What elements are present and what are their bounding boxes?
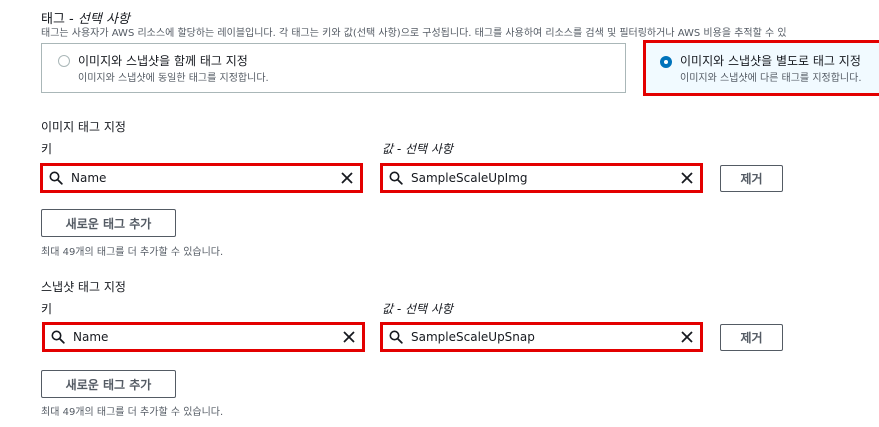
- snapshot-tags-limit-note: 최대 49개의 태그를 더 추가할 수 있습니다.: [41, 407, 224, 418]
- image-remove-button[interactable]: 제거: [720, 165, 783, 192]
- snapshot-tags-section-title: 스냅샷 태그 지정: [41, 280, 126, 294]
- image-tags-limit-note: 최대 49개의 태그를 더 추가할 수 있습니다.: [41, 247, 224, 258]
- close-icon[interactable]: [680, 330, 694, 344]
- snapshot-key-label: 키: [41, 302, 53, 316]
- search-icon: [51, 330, 65, 344]
- snapshot-value-input[interactable]: SampleScaleUpSnap: [380, 322, 703, 352]
- close-icon[interactable]: [342, 330, 356, 344]
- image-key-input[interactable]: Name: [40, 163, 363, 193]
- search-icon: [389, 330, 403, 344]
- option-together-title: 이미지와 스냅샷을 함께 태그 지정: [78, 54, 248, 68]
- tag-separately-option[interactable]: 이미지와 스냅샷을 별도로 태그 지정 이미지와 스냅샷에 다른 태그를 지정합…: [643, 40, 879, 96]
- radio-separately[interactable]: [660, 56, 672, 68]
- image-key-label: 키: [41, 142, 53, 156]
- snapshot-add-tag-button[interactable]: 새로운 태그 추가: [41, 370, 176, 398]
- tag-together-option[interactable]: 이미지와 스냅샷을 함께 태그 지정 이미지와 스냅샷에 동일한 태그를 지정합…: [41, 43, 626, 93]
- option-separately-title: 이미지와 스냅샷을 별도로 태그 지정: [680, 54, 861, 68]
- option-separately-desc: 이미지와 스냅샷에 다른 태그를 지정합니다.: [680, 73, 862, 84]
- radio-together[interactable]: [58, 55, 70, 67]
- image-tags-section-title: 이미지 태그 지정: [41, 120, 126, 134]
- search-icon: [49, 171, 63, 185]
- search-icon: [389, 171, 403, 185]
- tags-description: 태그는 사용자가 AWS 리소스에 할당하는 레이블입니다. 각 태그는 키와 …: [41, 28, 787, 39]
- image-key-value[interactable]: Name: [63, 171, 340, 185]
- image-add-tag-button[interactable]: 새로운 태그 추가: [41, 209, 176, 237]
- snapshot-value-value[interactable]: SampleScaleUpSnap: [403, 330, 680, 344]
- snapshot-key-value[interactable]: Name: [65, 330, 342, 344]
- image-value-input[interactable]: SampleScaleUpImg: [380, 163, 703, 193]
- image-value-value[interactable]: SampleScaleUpImg: [403, 171, 680, 185]
- option-together-desc: 이미지와 스냅샷에 동일한 태그를 지정합니다.: [78, 73, 269, 84]
- snapshot-key-input[interactable]: Name: [42, 322, 365, 352]
- close-icon[interactable]: [340, 171, 354, 185]
- snapshot-remove-button[interactable]: 제거: [720, 324, 783, 351]
- image-value-label: 값 - 선택 사항: [382, 142, 453, 156]
- close-icon[interactable]: [680, 171, 694, 185]
- snapshot-value-label: 값 - 선택 사항: [382, 302, 453, 316]
